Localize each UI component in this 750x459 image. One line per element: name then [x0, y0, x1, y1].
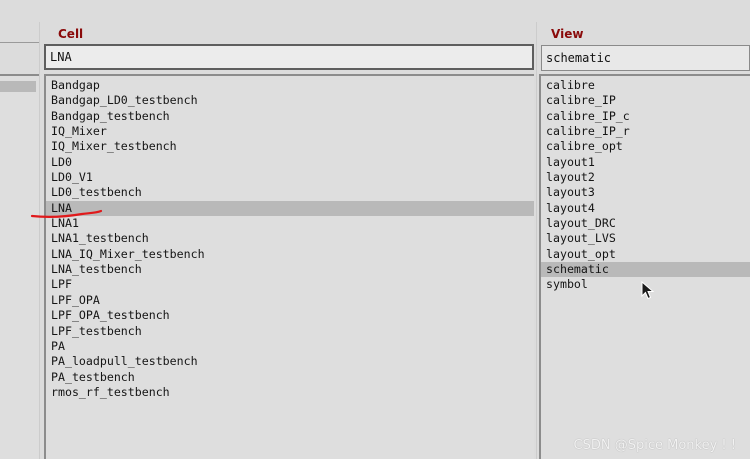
library-filter-edge[interactable]: [0, 34, 40, 43]
cell-list-item[interactable]: LNA_IQ_Mixer_testbench: [46, 247, 534, 262]
view-pane: View calibrecalibre_IPcalibre_IP_ccalibr…: [537, 0, 750, 459]
cell-list-item[interactable]: PA: [46, 339, 534, 354]
cell-list-item[interactable]: PA_loadpull_testbench: [46, 354, 534, 369]
view-list-item[interactable]: calibre_IP_c: [541, 109, 750, 124]
view-filter-input[interactable]: [541, 45, 750, 71]
view-list-item[interactable]: layout1: [541, 155, 750, 170]
cell-list[interactable]: Bandgap Bandgap_LD0_testbench Bandgap_test…: [44, 74, 534, 459]
cell-filter-input[interactable]: [44, 44, 534, 70]
view-list-item[interactable]: layout4: [541, 201, 750, 216]
view-list-item[interactable]: layout_DRC: [541, 216, 750, 231]
view-list-item[interactable]: layout2: [541, 170, 750, 185]
library-pane: [0, 0, 40, 459]
watermark: CSDN @Spice Monkey ! !: [573, 438, 736, 453]
cell-list-item[interactable]: LNA1_testbench: [46, 231, 534, 246]
cell-pane: Cell BandgapBandgap_LD0_testbenchBandgap…: [40, 0, 537, 459]
view-list-item[interactable]: calibre: [541, 78, 750, 93]
view-list-items: calibre calibre_IP calibre_IP_c calibre_IP_…: [541, 76, 750, 293]
view-list-item[interactable]: layout_LVS: [541, 231, 750, 246]
view-list-item[interactable]: calibre_IP_r: [541, 124, 750, 139]
library-list[interactable]: [0, 74, 40, 459]
cell-list-item[interactable]: LD0: [46, 155, 534, 170]
cell-list-item[interactable]: LNA_testbench: [46, 262, 534, 277]
view-list-item[interactable]: layout_opt: [541, 247, 750, 262]
cell-list-item[interactable]: Bandgap_testbench: [46, 109, 534, 124]
view-list-item[interactable]: calibre_IP: [541, 93, 750, 108]
cell-list-item[interactable]: PA_testbench: [46, 370, 534, 385]
cell-list-item[interactable]: Bandgap: [46, 78, 534, 93]
cell-list-item[interactable]: IQ_Mixer_testbench: [46, 139, 534, 154]
cell-list-item[interactable]: LPF_testbench: [46, 324, 534, 339]
cell-list-item[interactable]: LD0_V1: [46, 170, 534, 185]
view-list-item[interactable]: layout3: [541, 185, 750, 200]
cell-pane-title: Cell: [58, 27, 84, 41]
cell-list-item[interactable]: IQ_Mixer: [46, 124, 534, 139]
view-list-item[interactable]: calibre_opt: [541, 139, 750, 154]
cell-list-items: Bandgap Bandgap_LD0_testbench Bandgap_test…: [46, 76, 534, 400]
cell-list-item[interactable]: LPF_OPA_testbench: [46, 308, 534, 323]
cell-list-item[interactable]: LPF: [46, 277, 534, 292]
cell-list-item[interactable]: LNA1: [46, 216, 534, 231]
red-underline-annotation: [30, 209, 103, 218]
cell-list-item[interactable]: rmos_rf_testbench: [46, 385, 534, 400]
mouse-pointer-icon: [641, 281, 655, 300]
view-list-item[interactable]: schematic: [541, 262, 750, 278]
view-pane-title: View: [551, 27, 584, 41]
cell-list-item[interactable]: LNA: [46, 200, 534, 217]
library-selected-row[interactable]: [0, 81, 36, 92]
view-list[interactable]: calibre calibre_IP calibre_IP_c calibre_IP_…: [539, 74, 750, 459]
cell-list-item[interactable]: Bandgap_LD0_testbench: [46, 93, 534, 108]
cell-list-item[interactable]: LPF_OPA: [46, 293, 534, 308]
cell-list-item[interactable]: LD0_testbench: [46, 185, 534, 200]
